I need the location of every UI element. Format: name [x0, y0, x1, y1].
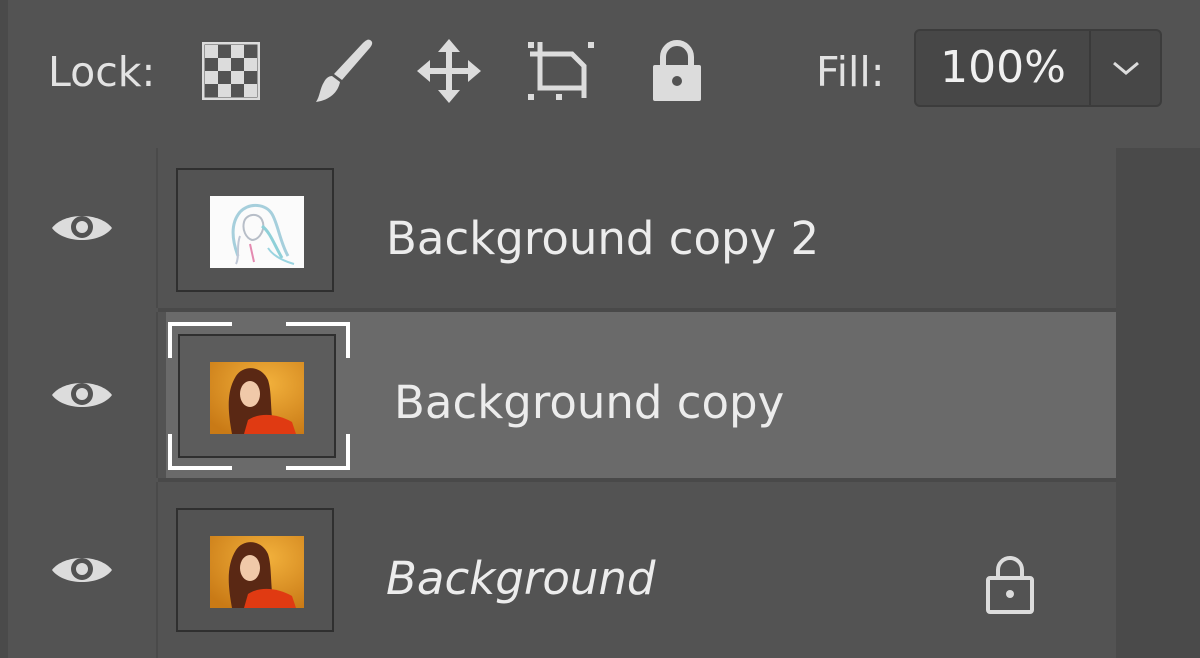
lock-label: Lock: [48, 48, 156, 96]
panel-scroll-gutter [1116, 148, 1200, 658]
layer-content[interactable]: Background copy 2 [158, 148, 1116, 308]
layer-row-background-copy[interactable]: Background copy [8, 312, 1116, 478]
fill-dropdown-button[interactable] [1091, 31, 1160, 105]
visibility-toggle[interactable] [8, 312, 158, 478]
selection-corner [286, 322, 350, 358]
lock-all-icon[interactable] [640, 34, 714, 108]
layer-row-background-copy-2[interactable]: Background copy 2 [8, 148, 1116, 308]
thumbnail-image [210, 362, 304, 434]
chevron-down-icon [1112, 61, 1139, 75]
lock-transparent-pixels-icon[interactable] [194, 34, 268, 108]
thumbnail-image [210, 196, 304, 268]
layer-thumbnail[interactable] [176, 168, 334, 292]
lock-toolbar: Lock: Fill: 100% [8, 0, 1200, 148]
panel-edge [0, 0, 8, 658]
eye-icon [52, 216, 112, 240]
layer-name[interactable]: Background copy 2 [386, 212, 819, 265]
selection-corner [168, 434, 232, 470]
layer-name[interactable]: Background copy [394, 376, 784, 429]
visibility-toggle[interactable] [8, 148, 158, 308]
layer-content[interactable]: Background [158, 482, 1116, 658]
layer-row-background[interactable]: Background [8, 482, 1116, 658]
lock-image-pixels-icon[interactable] [306, 34, 380, 108]
layer-thumbnail[interactable] [176, 508, 334, 632]
selection-corner [168, 322, 232, 358]
eye-icon [52, 383, 112, 407]
fill-value[interactable]: 100% [916, 31, 1090, 105]
eye-icon [52, 558, 112, 582]
fill-label: Fill: [816, 48, 885, 96]
fill-opacity-field[interactable]: 100% [914, 29, 1162, 107]
layers-list: Background copy 2 Background copy Backgr… [8, 148, 1116, 658]
selection-corner [286, 434, 350, 470]
layer-name[interactable]: Background [386, 552, 655, 605]
layers-panel: Lock: Fill: 100% Background copy 2 Backg… [0, 0, 1200, 658]
visibility-toggle[interactable] [8, 482, 158, 658]
layer-lock-icon[interactable] [984, 554, 1040, 616]
lock-artboard-icon[interactable] [524, 34, 598, 108]
lock-position-icon[interactable] [412, 34, 486, 108]
thumbnail-image [210, 536, 304, 608]
